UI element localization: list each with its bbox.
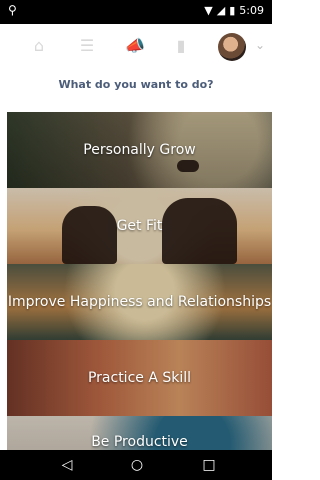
status-icons: ▼ ◢ ▮ 5:09 [204,4,264,17]
status-time: 5:09 [239,4,264,17]
prompt-question: What do you want to do? [58,78,214,91]
wifi-icon: ▼ [204,4,213,17]
tile-label: Personally Grow [83,142,196,158]
megaphone-icon[interactable]: 📣 [124,37,146,55]
tile-label: Improve Happiness and Relationships [7,294,272,310]
goal-tile-improve-happiness[interactable]: Improve Happiness and Relationships [7,264,272,340]
tile-label: Practice A Skill [87,370,192,386]
signal-icon: ◢ [216,4,226,17]
goal-tile-practice-skill[interactable]: Practice A Skill [7,340,272,416]
bag-icon[interactable]: ▮ [170,37,192,55]
battery-icon: ▮ [229,4,236,17]
android-navigation-bar: ◁ ○ □ [0,450,272,480]
avatar[interactable] [218,33,246,61]
recents-icon[interactable]: □ [200,458,218,472]
goal-tile-be-productive[interactable]: Be Productive [7,416,272,450]
goal-tile-get-fit[interactable]: Get Fit [7,188,272,264]
back-icon[interactable]: ◁ [58,458,76,472]
tile-label: Be Productive [91,434,188,450]
top-navigation: ⌂ ☰ 📣 ▮ ⌄ [0,24,272,70]
home-circle-icon[interactable]: ○ [128,458,146,472]
status-bar: ⚲ ▼ ◢ ▮ 5:09 [0,0,272,24]
location-pin-icon: ⚲ [8,3,17,17]
list-icon[interactable]: ☰ [76,37,98,55]
goal-tile-personally-grow[interactable]: Personally Grow [7,112,272,188]
home-icon[interactable]: ⌂ [28,37,50,55]
chevron-down-icon[interactable]: ⌄ [255,38,265,56]
tile-label: Get Fit [116,218,163,234]
